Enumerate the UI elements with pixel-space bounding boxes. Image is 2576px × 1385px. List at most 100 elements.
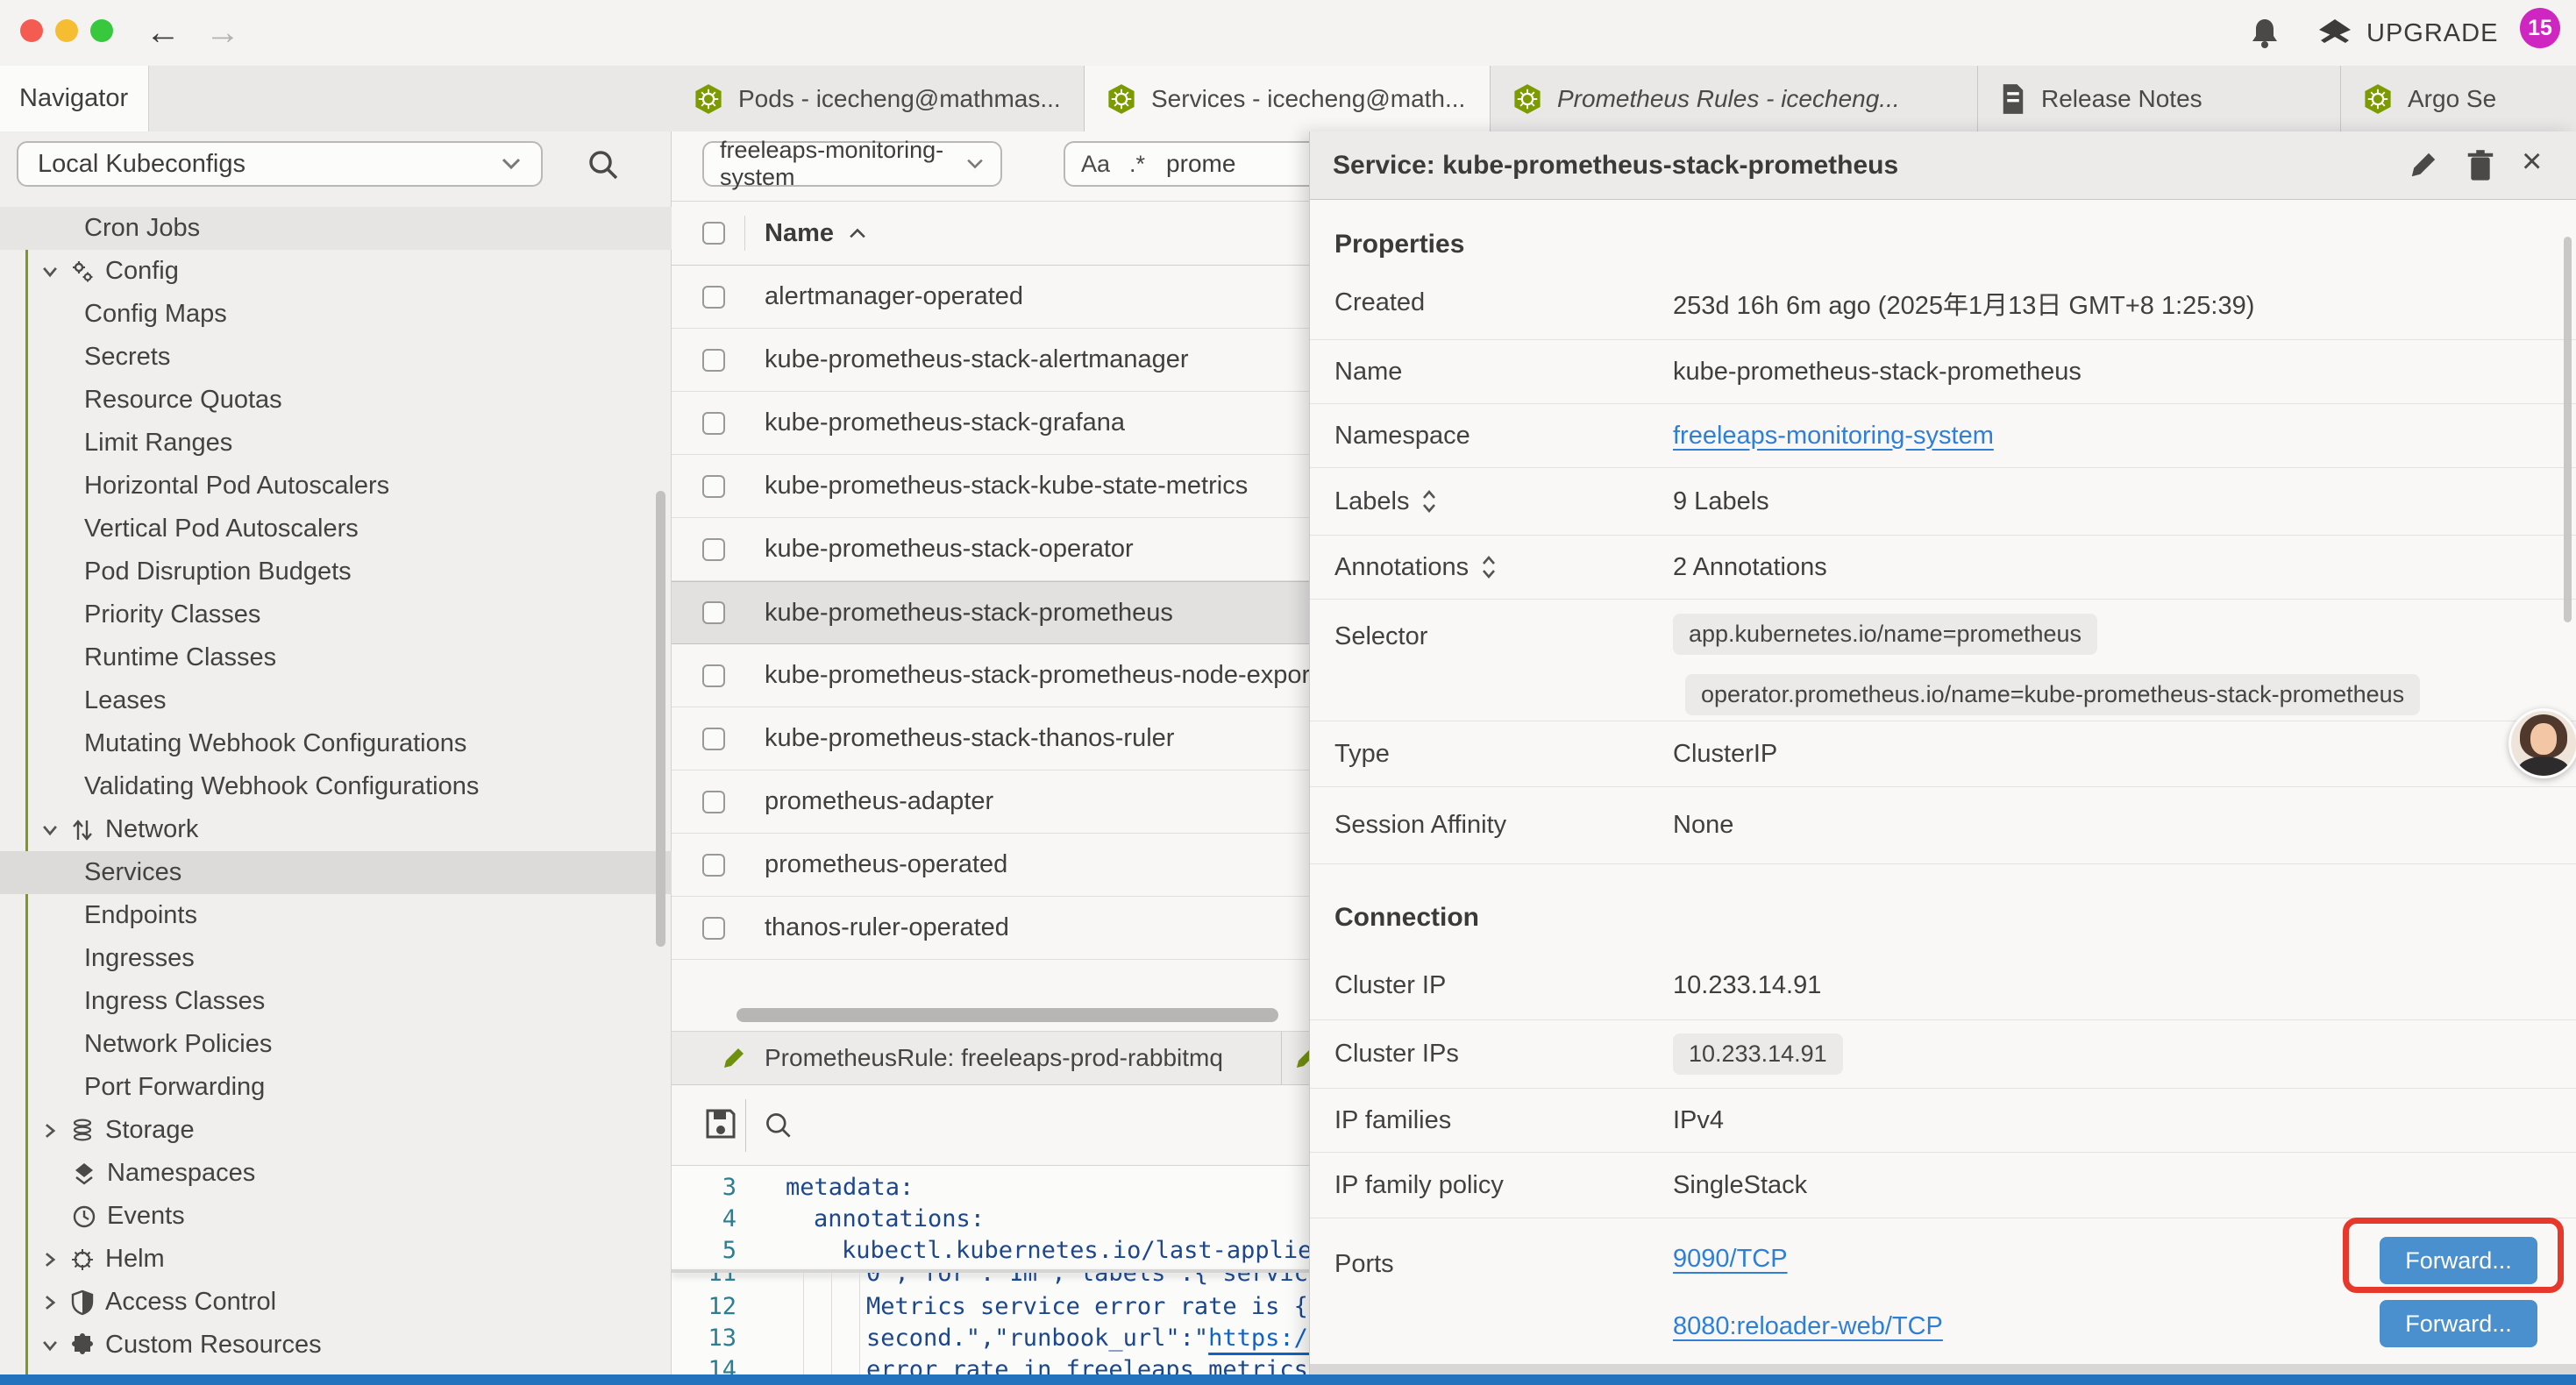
sidebar-scrollbar[interactable]	[656, 491, 665, 947]
search-icon[interactable]	[586, 147, 621, 182]
sidebar-item-pod-disruption-budgets[interactable]: Pod Disruption Budgets	[0, 550, 672, 593]
table-row[interactable]: kube-prometheus-stack-prometheus-node-ex…	[672, 644, 1309, 707]
row-checkbox[interactable]	[702, 664, 725, 687]
sidebar-item-events[interactable]: Events	[0, 1195, 672, 1238]
forward-port-button[interactable]: Forward...	[2380, 1300, 2537, 1347]
property-row-selector: Selector app.kubernetes.io/name=promethe…	[1310, 600, 2576, 721]
sidebar-group-config[interactable]: Config	[0, 250, 672, 293]
select-all-checkbox[interactable]	[702, 222, 725, 245]
cluster-ip-chip[interactable]: 10.233.14.91	[1673, 1033, 1843, 1075]
table-row[interactable]: kube-prometheus-stack-thanos-ruler	[672, 707, 1309, 771]
table-row-selected[interactable]: kube-prometheus-stack-prometheus	[672, 581, 1309, 644]
regex-toggle[interactable]: .*	[1129, 151, 1145, 178]
editor-tab-prometheusrule[interactable]: PrometheusRule: freeleaps-prod-rabbitmq	[672, 1032, 1282, 1084]
sidebar-item-validating-webhook-configurations[interactable]: Validating Webhook Configurations	[0, 765, 672, 808]
tab-prometheus-rules[interactable]: Prometheus Rules - icecheng...	[1491, 66, 1978, 131]
sidebar-item-leases[interactable]: Leases	[0, 679, 672, 722]
sidebar-item-namespaces[interactable]: Namespaces	[0, 1152, 672, 1195]
namespace-link[interactable]: freeleaps-monitoring-system	[1673, 422, 1994, 451]
selector-chip[interactable]: app.kubernetes.io/name=prometheus	[1673, 614, 2097, 655]
detail-panel-scrollbar[interactable]	[2564, 237, 2572, 622]
row-checkbox[interactable]	[702, 475, 725, 498]
editor-tab-next[interactable]	[1283, 1032, 1309, 1084]
sidebar-item-ingress-classes[interactable]: Ingress Classes	[0, 980, 672, 1023]
row-checkbox[interactable]	[702, 538, 725, 561]
connection-row-cluster-ip: Cluster IP 10.233.14.91	[1310, 952, 2576, 1020]
table-row[interactable]: kube-prometheus-stack-alertmanager	[672, 329, 1309, 392]
forward-port-button[interactable]: Forward...	[2380, 1237, 2537, 1284]
kubeconfig-dropdown[interactable]: Local Kubeconfigs	[17, 141, 543, 187]
table-row[interactable]: kube-prometheus-stack-operator	[672, 518, 1309, 581]
selector-chip[interactable]: operator.prometheus.io/name=kube-prometh…	[1685, 674, 2420, 715]
expand-collapse-icon[interactable]	[1421, 489, 1437, 514]
port-link-9090[interactable]: 9090/TCP	[1673, 1245, 1943, 1274]
save-icon[interactable]	[703, 1106, 738, 1141]
expand-collapse-icon[interactable]	[1481, 555, 1497, 579]
namespace-dropdown[interactable]: freeleaps-monitoring-system	[702, 141, 1002, 187]
connection-row-ip-families: IP families IPv4	[1310, 1089, 2576, 1153]
tab-services[interactable]: Services - icecheng@math... ×	[1085, 66, 1491, 131]
sidebar-item-resource-quotas[interactable]: Resource Quotas	[0, 379, 672, 422]
row-checkbox[interactable]	[702, 601, 725, 624]
close-window-button[interactable]	[20, 19, 43, 42]
sidebar-item-cron-jobs[interactable]: Cron Jobs	[0, 207, 672, 250]
sidebar-item-secrets[interactable]: Secrets	[0, 336, 672, 379]
row-checkbox[interactable]	[702, 728, 725, 750]
search-icon[interactable]	[763, 1110, 794, 1141]
sidebar-item-endpoints[interactable]: Endpoints	[0, 894, 672, 937]
maximize-window-button[interactable]	[90, 19, 113, 42]
table-row[interactable]: kube-prometheus-stack-grafana	[672, 392, 1309, 455]
upgrade-button[interactable]: UPGRADE	[2316, 16, 2498, 51]
table-row[interactable]: kube-prometheus-stack-kube-state-metrics	[672, 455, 1309, 518]
sidebar-group-access-control[interactable]: Access Control	[0, 1281, 672, 1324]
sidebar-item-limit-ranges[interactable]: Limit Ranges	[0, 422, 672, 465]
port-link-8080-reloader-web[interactable]: 8080:reloader-web/TCP	[1673, 1312, 1943, 1341]
tab-argo[interactable]: Argo Se	[2341, 66, 2576, 131]
trash-icon[interactable]	[2466, 149, 2495, 182]
minimize-window-button[interactable]	[55, 19, 78, 42]
horizontal-scrollbar[interactable]	[737, 1008, 1278, 1022]
close-icon[interactable]: ×	[2522, 142, 2542, 181]
sidebar-group-custom-resources[interactable]: Custom Resources	[0, 1324, 672, 1367]
tab-release-notes[interactable]: Release Notes	[1978, 66, 2341, 131]
notifications-bell-icon[interactable]	[2250, 18, 2280, 49]
row-checkbox[interactable]	[702, 349, 725, 372]
sidebar-item-network-policies[interactable]: Network Policies	[0, 1023, 672, 1066]
sidebar-group-storage[interactable]: Storage	[0, 1109, 672, 1152]
row-checkbox[interactable]	[702, 791, 725, 813]
table-row[interactable]: alertmanager-operated	[672, 266, 1309, 329]
sidebar-item-horizontal-pod-autoscalers[interactable]: Horizontal Pod Autoscalers	[0, 465, 672, 508]
back-arrow-icon[interactable]: ←	[146, 0, 181, 66]
notification-count-badge[interactable]: 15	[2520, 8, 2560, 48]
sidebar-item-definitions[interactable]: Definitions	[0, 1367, 672, 1374]
filter-input[interactable]	[1164, 149, 1273, 179]
tab-navigator[interactable]: Navigator	[0, 66, 149, 131]
sort-ascending-icon[interactable]	[848, 227, 867, 239]
sidebar-item-vertical-pod-autoscalers[interactable]: Vertical Pod Autoscalers	[0, 508, 672, 550]
column-header-name[interactable]: Name	[765, 219, 834, 248]
sidebar-item-services[interactable]: Services	[0, 851, 672, 894]
table-row[interactable]: prometheus-operated	[672, 834, 1309, 897]
sidebar-item-priority-classes[interactable]: Priority Classes	[0, 593, 672, 636]
tab-pods[interactable]: Pods - icecheng@mathmas...	[672, 66, 1085, 131]
sidebar-item-port-forwarding[interactable]: Port Forwarding	[0, 1066, 672, 1109]
runbook-url-link[interactable]: https://net	[1208, 1325, 1309, 1352]
edit-pencil-icon[interactable]	[2408, 149, 2439, 181]
row-checkbox[interactable]	[702, 412, 725, 435]
user-avatar[interactable]	[2508, 708, 2576, 778]
sidebar-group-helm[interactable]: Helm	[0, 1238, 672, 1281]
sidebar-item-config-maps[interactable]: Config Maps	[0, 293, 672, 336]
sidebar-group-network[interactable]: Network	[0, 808, 672, 851]
row-checkbox[interactable]	[702, 854, 725, 877]
row-checkbox[interactable]	[702, 917, 725, 940]
sidebar-item-mutating-webhook-configurations[interactable]: Mutating Webhook Configurations	[0, 722, 672, 765]
match-case-toggle[interactable]: Aa	[1081, 151, 1110, 178]
table-row[interactable]: thanos-ruler-operated	[672, 897, 1309, 960]
yaml-editor[interactable]: 3metadata: 4annotations: 5kubectl.kubern…	[672, 1166, 1309, 1374]
forward-arrow-icon[interactable]: →	[205, 0, 240, 66]
sidebar-item-ingresses[interactable]: Ingresses	[0, 937, 672, 980]
row-checkbox[interactable]	[702, 286, 725, 309]
database-icon	[68, 1117, 96, 1145]
table-row[interactable]: prometheus-adapter	[672, 771, 1309, 834]
sidebar-item-runtime-classes[interactable]: Runtime Classes	[0, 636, 672, 679]
